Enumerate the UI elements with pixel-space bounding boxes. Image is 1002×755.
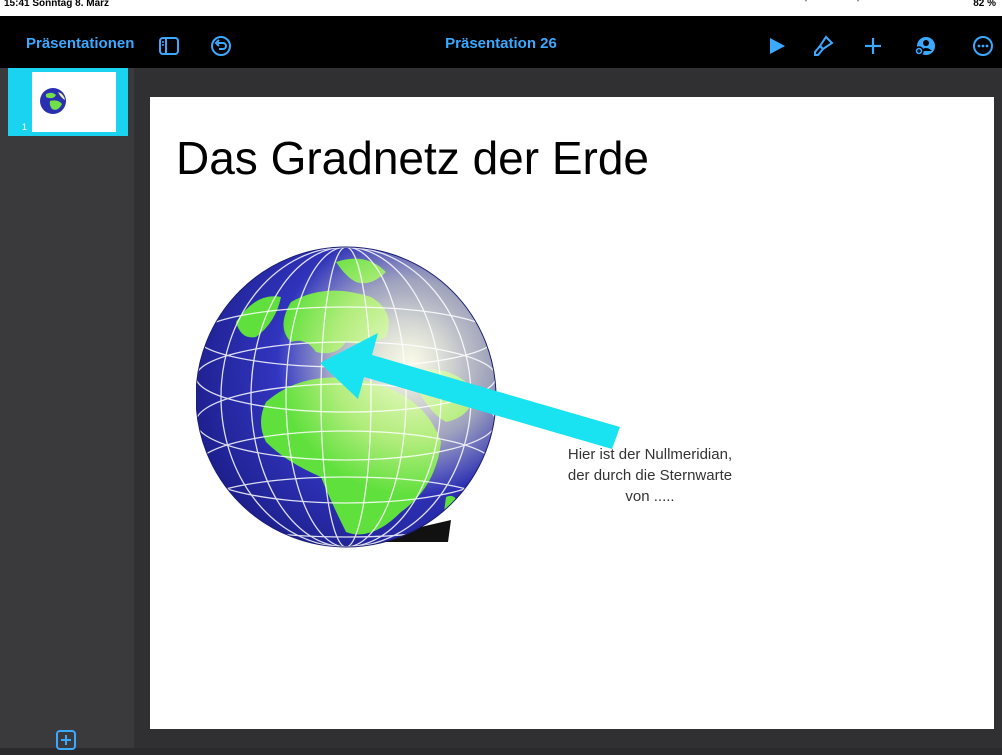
add-slide-button[interactable]	[56, 730, 76, 750]
caption-line: von .....	[625, 488, 675, 505]
globe-thumbnail-icon	[40, 88, 66, 114]
back-to-presentations-button[interactable]: Präsentationen	[26, 16, 134, 72]
caption-line: der durch die Sternwarte	[567, 467, 733, 484]
slide-thumbnail[interactable]	[32, 72, 116, 132]
plus-icon[interactable]	[862, 35, 884, 57]
battery-status: 82 %	[973, 0, 996, 9]
slide-thumbnail-selected[interactable]: 1	[8, 68, 128, 136]
slide-canvas[interactable]: Das Gradnetz der Erde Hier ist der Nullm…	[150, 97, 994, 729]
slide-navigator: 1	[0, 68, 134, 750]
sidebar-icon[interactable]	[158, 35, 180, 57]
slide-number: 1	[22, 122, 28, 132]
status-bar: 15:41 Sonntag 8. März 82 %	[0, 0, 1002, 16]
format-brush-icon[interactable]	[812, 35, 834, 57]
document-title: Präsentation 26	[445, 35, 557, 52]
play-icon[interactable]	[766, 35, 788, 57]
status-time-date: 15:41 Sonntag 8. März	[4, 0, 110, 9]
slide-caption-text[interactable]: Hier ist der Nullmeridian, der durch die…	[530, 444, 770, 507]
pen-icon	[800, 0, 812, 2]
slide-title[interactable]: Das Gradnetz der Erde	[176, 131, 649, 185]
more-icon[interactable]	[972, 35, 994, 57]
arrow-shape[interactable]	[320, 329, 630, 449]
collaborate-icon[interactable]	[914, 35, 936, 57]
undo-icon[interactable]	[210, 35, 232, 57]
caption-line: Hier ist der Nullmeridian,	[567, 446, 733, 463]
pen-icon	[852, 0, 864, 2]
toolbar: Präsentationen Präsentation 26	[0, 16, 1002, 68]
